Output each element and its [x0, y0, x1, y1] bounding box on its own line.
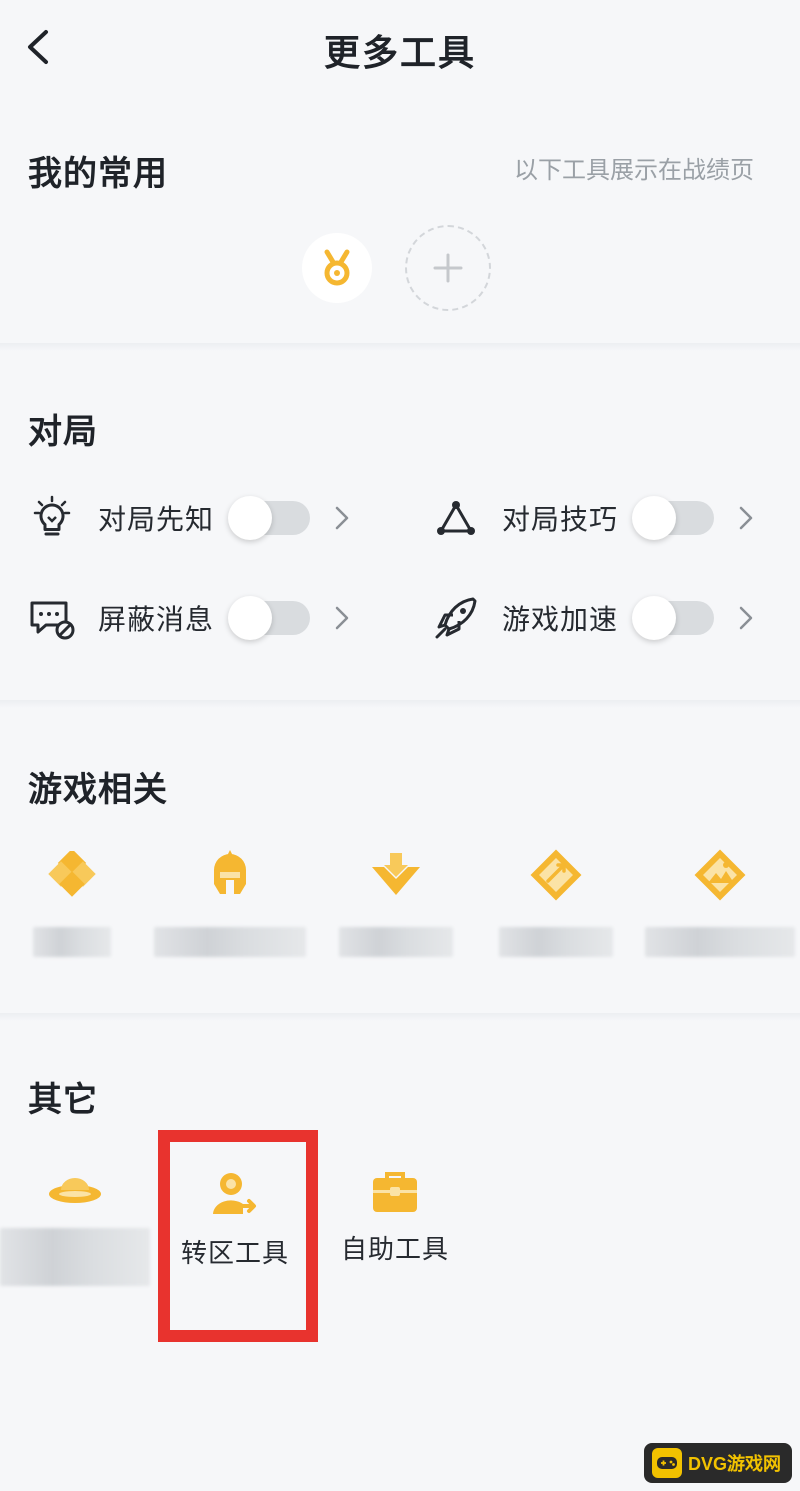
watermark-logo: DVG游戏网 — [644, 1443, 792, 1483]
toggle-switch[interactable] — [228, 596, 310, 640]
blurred-label — [645, 927, 795, 957]
watermark-text: DVG游戏网 — [688, 1454, 782, 1474]
toggle-knob — [632, 596, 676, 640]
section-title-others: 其它 — [28, 1080, 98, 1120]
lightbulb-icon — [28, 494, 76, 542]
tool-label: 自助工具 — [340, 1235, 449, 1265]
chevron-right-icon[interactable] — [332, 503, 352, 533]
favorites-hint: 以下工具展示在战绩页 — [514, 156, 754, 184]
toggle-knob — [228, 596, 272, 640]
toolbox-icon — [373, 1172, 417, 1212]
tool-row-match-insight: 对局先知 — [28, 488, 352, 548]
blurred-label — [0, 1228, 150, 1286]
toggle-knob — [632, 496, 676, 540]
tool-label: 游戏加速 — [502, 603, 619, 636]
section-divider — [0, 343, 800, 351]
section-title-match: 对局 — [28, 412, 98, 452]
tool-label: 对局先知 — [98, 503, 215, 536]
game-tool-item[interactable] — [645, 845, 795, 957]
other-tool-item[interactable] — [0, 1170, 150, 1286]
rocket-icon — [432, 594, 480, 642]
section-title-favorites: 我的常用 — [28, 154, 168, 194]
diamond-download-icon — [366, 845, 426, 905]
toggle-switch[interactable] — [632, 496, 714, 540]
game-tool-item[interactable] — [2, 845, 142, 957]
game-tool-item[interactable] — [154, 845, 306, 957]
tool-row-block-messages: 屏蔽消息 — [28, 588, 352, 648]
diamond-grid-icon — [42, 845, 102, 905]
chevron-right-icon[interactable] — [736, 503, 756, 533]
chevron-right-icon[interactable] — [332, 603, 352, 633]
page-title: 更多工具 — [323, 33, 476, 74]
highlight-box — [158, 1130, 318, 1342]
tool-row-match-tips: 对局技巧 — [432, 488, 756, 548]
tool-label: 对局技巧 — [502, 503, 619, 536]
add-favorite-button[interactable] — [405, 225, 491, 311]
game-tool-item[interactable] — [486, 845, 626, 957]
blurred-label — [339, 927, 453, 957]
toggle-switch[interactable] — [228, 496, 310, 540]
diamond-mountain-icon — [690, 845, 750, 905]
helmet-icon — [200, 845, 260, 905]
blurred-label — [499, 927, 613, 957]
toggle-switch[interactable] — [632, 596, 714, 640]
blurred-label — [154, 927, 306, 957]
message-block-icon — [28, 594, 76, 642]
section-title-game-related: 游戏相关 — [28, 770, 168, 810]
game-tool-item[interactable] — [326, 845, 466, 957]
plus-icon — [433, 253, 463, 283]
favorite-tool-medal[interactable] — [302, 233, 372, 303]
self-service-tool[interactable]: 自助工具 — [320, 1170, 470, 1268]
section-divider — [0, 1013, 800, 1021]
toggle-knob — [228, 496, 272, 540]
diamond-sword-icon — [526, 845, 586, 905]
chevron-right-icon[interactable] — [736, 603, 756, 633]
medal-icon — [324, 249, 350, 286]
section-divider — [0, 700, 800, 708]
tool-label: 屏蔽消息 — [98, 603, 215, 636]
gamepad-icon — [652, 1448, 682, 1478]
tool-row-game-boost: 游戏加速 — [432, 588, 756, 648]
ufo-icon — [49, 1178, 101, 1203]
triangle-nodes-icon — [432, 494, 480, 542]
blurred-label — [33, 927, 111, 957]
